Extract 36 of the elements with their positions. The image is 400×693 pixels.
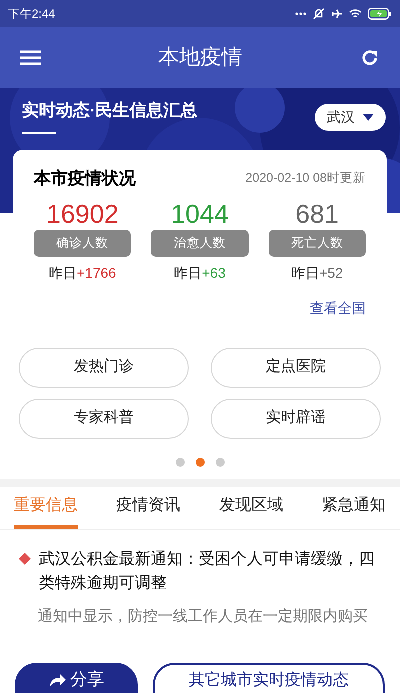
tab[interactable]: 发现区域	[219, 486, 284, 528]
quick-link-button[interactable]: 实时辟谣	[211, 398, 381, 438]
card-title: 本市疫情状况	[34, 168, 136, 190]
more-dots-icon	[295, 12, 307, 16]
article-summary: 通知中显示，防控一线工作人员在一定期限内购买	[37, 606, 369, 626]
stat-label: 治愈人数	[151, 230, 249, 256]
status-time: 下午2:44	[8, 6, 56, 22]
menu-icon[interactable]	[20, 50, 41, 66]
caret-icon	[363, 114, 374, 121]
yesterday-delta: 昨日+52	[291, 264, 344, 282]
tab[interactable]: 紧急通知	[322, 486, 386, 528]
update-time: 2020-02-10 08时更新	[246, 170, 366, 188]
muted-bell-icon	[313, 8, 325, 20]
stat-value: 681	[296, 198, 340, 230]
wifi-icon	[349, 8, 362, 18]
yesterday-delta: 昨日+1766	[49, 264, 116, 282]
airplane-icon	[331, 8, 343, 20]
share-button[interactable]: 分享	[15, 663, 138, 693]
quick-link-button[interactable]: 发热门诊	[19, 348, 189, 388]
banner-title: 实时动态·民生信息汇总	[22, 100, 198, 122]
yesterday-delta: 昨日+63	[174, 264, 226, 282]
diamond-icon	[19, 552, 31, 564]
refresh-icon[interactable]	[360, 48, 380, 68]
share-icon	[48, 672, 66, 688]
quick-link-button[interactable]: 定点医院	[211, 348, 381, 388]
city-dropdown[interactable]: 武汉	[315, 104, 386, 131]
tab[interactable]: 疫情资讯	[116, 486, 181, 528]
stat-label: 确诊人数	[34, 230, 132, 256]
quick-link-button[interactable]: 专家科普	[19, 398, 189, 438]
header-title: 本地疫情	[158, 44, 242, 71]
view-national-link[interactable]: 查看全国	[310, 298, 366, 318]
stat-value: 16902	[46, 198, 119, 230]
stat-label: 死亡人数	[268, 230, 366, 256]
article-title: 武汉公积金最新通知：受困个人可申请缓缴，四类特殊逾期可调整	[39, 550, 376, 594]
other-cities-button[interactable]: 其它城市实时疫情动态	[153, 663, 385, 693]
stat-value: 1044	[171, 198, 229, 230]
